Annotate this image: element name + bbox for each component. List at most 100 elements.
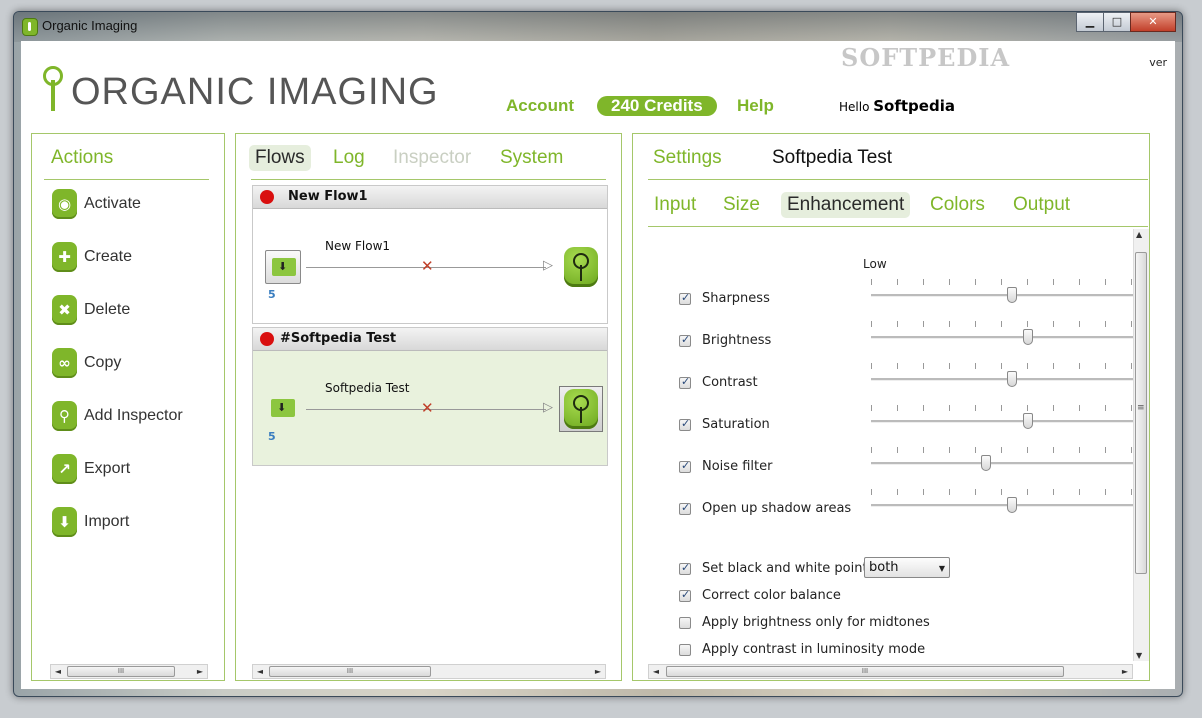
option-checkbox[interactable] [679,588,691,602]
actions-title: Actions [51,147,114,168]
option-checkbox[interactable] [679,561,691,575]
title-bar[interactable]: Organic Imaging ▁ □ ✕ [14,12,1182,42]
nav-account[interactable]: Account [506,96,574,116]
scroll-thumb[interactable]: III [269,666,431,677]
tab-system[interactable]: System [494,145,569,171]
slider-ticks [871,321,1133,327]
slider-option-row: Noise filter [679,459,772,474]
slider-thumb[interactable] [1023,329,1034,345]
actions-hscrollbar[interactable]: ◄ III ► [50,664,208,679]
greeting: Hello Softpedia [839,97,955,115]
slider-thumb[interactable] [1007,497,1018,513]
slider-thumb[interactable] [1007,371,1018,387]
scroll-left-arrow[interactable]: ◄ [650,666,662,678]
bw-point-select[interactable]: both [864,557,950,578]
scroll-thumb[interactable]: III [666,666,1064,677]
scroll-thumb[interactable]: III [67,666,175,677]
scroll-left-arrow[interactable]: ◄ [254,666,266,678]
option-checkbox[interactable] [679,417,691,431]
flow-header[interactable]: New Flow1 [253,186,607,209]
flow-header[interactable]: #Softpedia Test [253,328,607,351]
adjust-slider[interactable] [871,413,1133,429]
settings-hscrollbar[interactable]: ◄ III ► [648,664,1133,679]
flow-card-2[interactable]: #Softpedia Test 5 Softpedia Test ✕ ▷ [252,327,608,466]
action-delete-button[interactable]: ✖ Delete [52,295,130,325]
scroll-right-arrow[interactable]: ► [194,666,206,678]
option-label: Correct color balance [702,588,841,603]
action-label: Import [84,513,130,530]
option-checkbox[interactable] [679,333,691,347]
slider-track[interactable] [871,294,1133,297]
disconnect-x-icon[interactable]: ✕ [421,399,434,417]
tab-size[interactable]: Size [717,192,766,218]
scroll-right-arrow[interactable]: ► [1119,666,1131,678]
action-create-button[interactable]: ✚ Create [52,242,132,272]
organic-output-icon[interactable] [564,389,598,429]
action-copy-button[interactable]: ∞ Copy [52,348,121,378]
slider-ticks [871,279,1133,285]
slider-track[interactable] [871,336,1133,339]
slider-option-row: Brightness [679,333,771,348]
option-checkbox[interactable] [679,616,691,629]
action-import-button[interactable]: ⬇ Import [52,507,129,537]
option-checkbox[interactable] [679,459,691,473]
slider-track[interactable] [871,420,1133,423]
action-export-button[interactable]: ↗ Export [52,454,130,484]
option-label: Brightness [702,333,772,348]
slider-thumb[interactable] [1023,413,1034,429]
scroll-down-arrow[interactable]: ▼ [1136,651,1142,660]
slider-track[interactable] [871,504,1133,507]
tab-colors[interactable]: Colors [924,192,991,218]
tab-inspector[interactable]: Inspector [387,145,477,171]
checkbox-option-row: Apply contrast in luminosity mode [679,642,925,657]
checkbox-option-row: Apply brightness only for midtones [679,615,930,630]
settings-vscrollbar[interactable]: ▲ ≡ ▼ [1133,229,1149,661]
tab-log[interactable]: Log [327,145,371,171]
slider-thumb[interactable] [1007,287,1018,303]
tab-flows[interactable]: Flows [249,145,311,171]
adjust-slider[interactable] [871,287,1133,303]
action-label: Export [84,460,131,477]
slider-track[interactable] [871,462,1133,465]
export-arrow-icon: ↗ [52,454,77,484]
scroll-thumb[interactable]: ≡ [1135,252,1147,574]
flow-card-1[interactable]: New Flow1 5 New Flow1 ✕ ▷ [252,185,608,324]
scroll-left-arrow[interactable]: ◄ [52,666,64,678]
slider-option-row: Saturation [679,417,770,432]
option-checkbox[interactable] [679,501,691,515]
flow-label: Softpedia Test [325,381,410,395]
option-checkbox[interactable] [679,375,691,389]
slider-track[interactable] [871,378,1133,381]
action-activate-button[interactable]: ◉ Activate [52,189,141,219]
flows-hscrollbar[interactable]: ◄ III ► [252,664,606,679]
tab-output[interactable]: Output [1007,192,1076,218]
slider-option-row: Sharpness [679,291,770,306]
input-folder-icon[interactable] [265,250,301,284]
adjust-slider[interactable] [871,497,1133,513]
option-checkbox[interactable] [679,291,691,305]
option-checkbox[interactable] [679,643,691,656]
adjust-slider[interactable] [871,371,1133,387]
action-add-inspector-button[interactable]: ⚲ Add Inspector [52,401,183,431]
scroll-up-arrow[interactable]: ▲ [1136,230,1142,239]
adjust-slider[interactable] [871,329,1133,345]
disconnect-x-icon[interactable]: ✕ [421,257,434,275]
app-logo-icon [22,18,38,36]
nav-help[interactable]: Help [737,96,774,116]
slider-thumb[interactable] [981,455,992,471]
scroll-right-arrow[interactable]: ► [592,666,604,678]
selected-output-frame[interactable] [559,386,603,432]
organic-output-icon[interactable] [564,247,598,287]
adjust-slider[interactable] [871,455,1133,471]
maximize-button[interactable]: □ [1103,12,1131,32]
credits-badge[interactable]: 240 Credits [597,96,717,116]
minimize-button[interactable]: ▁ [1076,12,1104,32]
option-label: Saturation [702,417,770,432]
input-folder-icon[interactable] [265,392,301,426]
close-button[interactable]: ✕ [1130,12,1176,32]
import-arrow-icon: ⬇ [52,507,77,537]
tab-input[interactable]: Input [648,192,702,218]
actions-panel: Actions ◉ Activate ✚ Create ✖ Delete ∞ Copy ⚲ Add… [31,133,225,681]
checkbox-option-row: Correct color balance [679,588,841,603]
tab-enhancement[interactable]: Enhancement [781,192,911,218]
